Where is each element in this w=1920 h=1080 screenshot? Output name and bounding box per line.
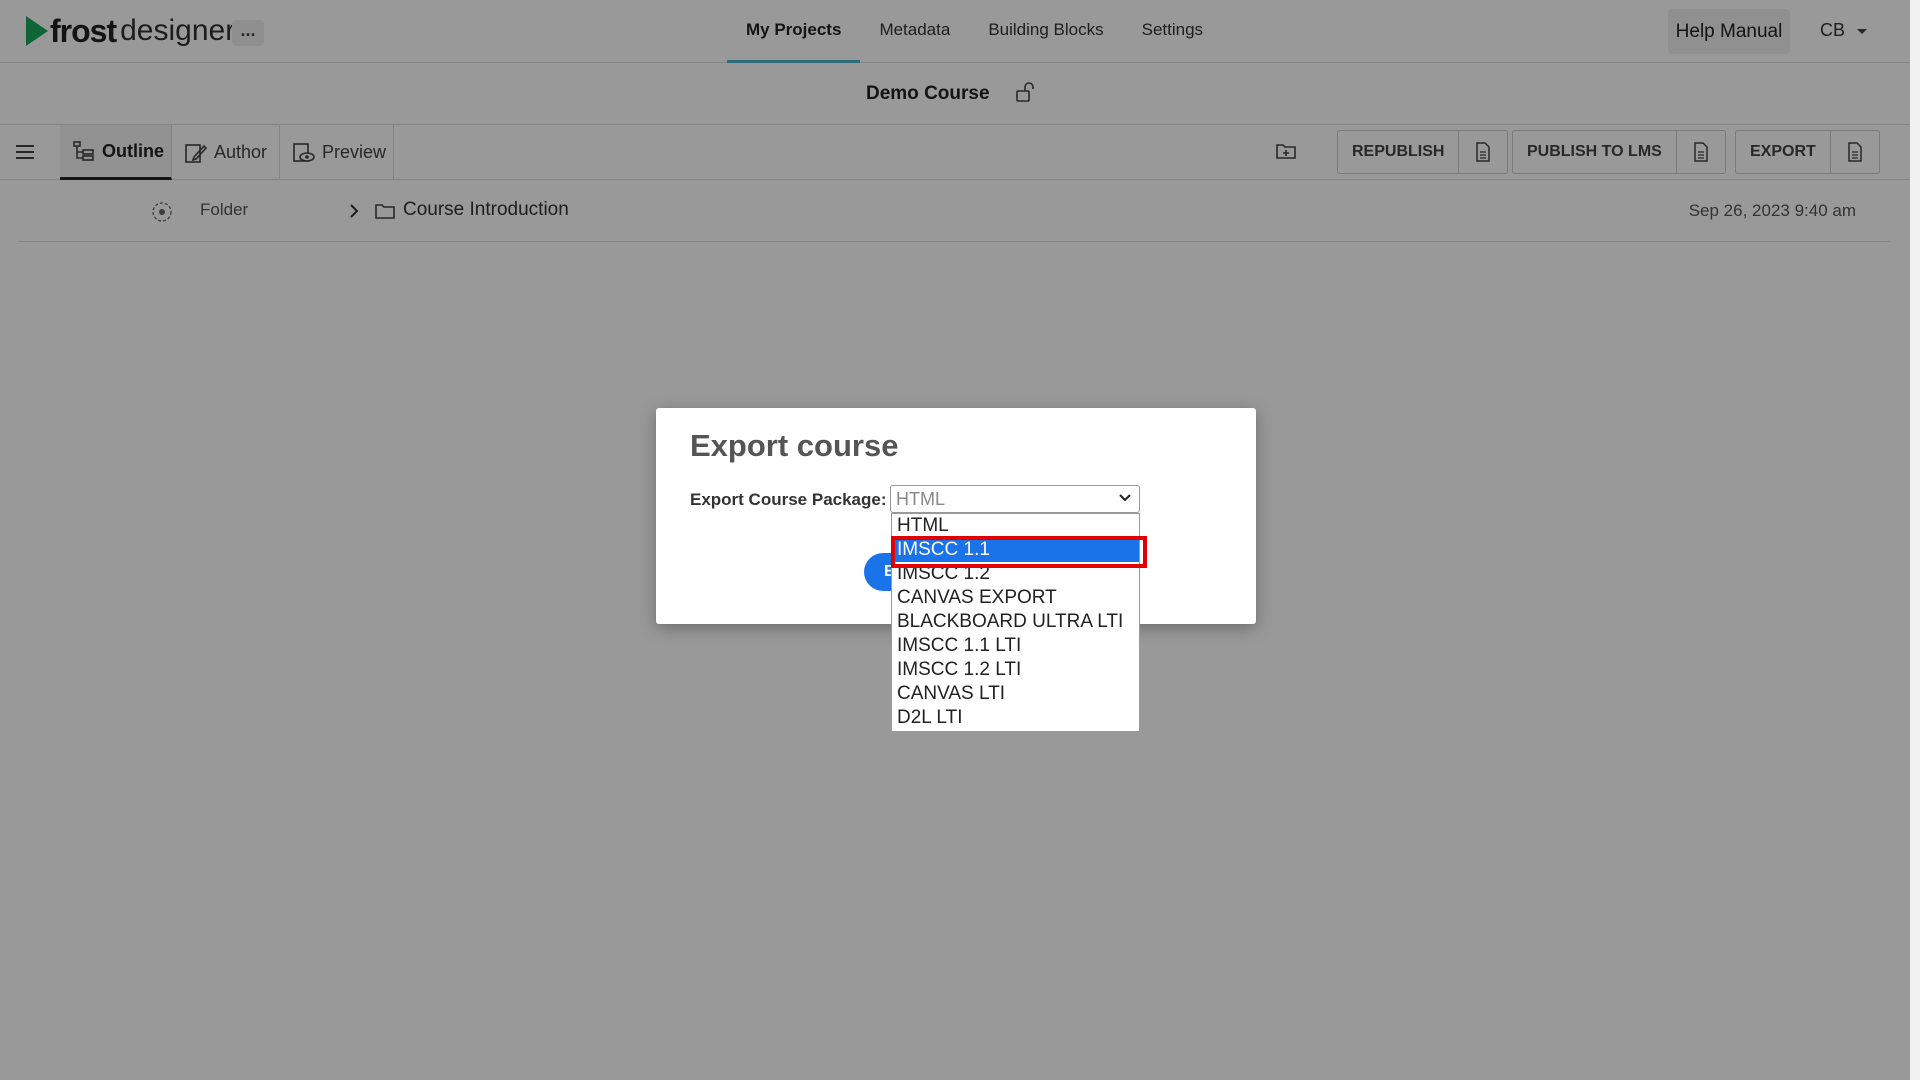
option-blackboard-ultra-lti[interactable]: BLACKBOARD ULTRA LTI <box>892 610 1139 634</box>
option-html[interactable]: HTML <box>892 514 1139 538</box>
option-d2l-lti[interactable]: D2L LTI <box>892 706 1139 730</box>
page-scrollbar[interactable] <box>1910 0 1920 1080</box>
option-imscc-1-1-lti[interactable]: IMSCC 1.1 LTI <box>892 634 1139 658</box>
select-current-value: HTML <box>896 489 945 509</box>
export-package-select[interactable]: HTML <box>890 485 1140 513</box>
option-canvas-export[interactable]: CANVAS EXPORT <box>892 586 1139 610</box>
highlight-annotation-box <box>891 536 1147 568</box>
chevron-down-icon <box>1119 494 1131 502</box>
option-imscc-1-2-lti[interactable]: IMSCC 1.2 LTI <box>892 658 1139 682</box>
dialog-title: Export course <box>690 428 899 463</box>
option-canvas-lti[interactable]: CANVAS LTI <box>892 682 1139 706</box>
export-package-label: Export Course Package: <box>690 490 887 509</box>
